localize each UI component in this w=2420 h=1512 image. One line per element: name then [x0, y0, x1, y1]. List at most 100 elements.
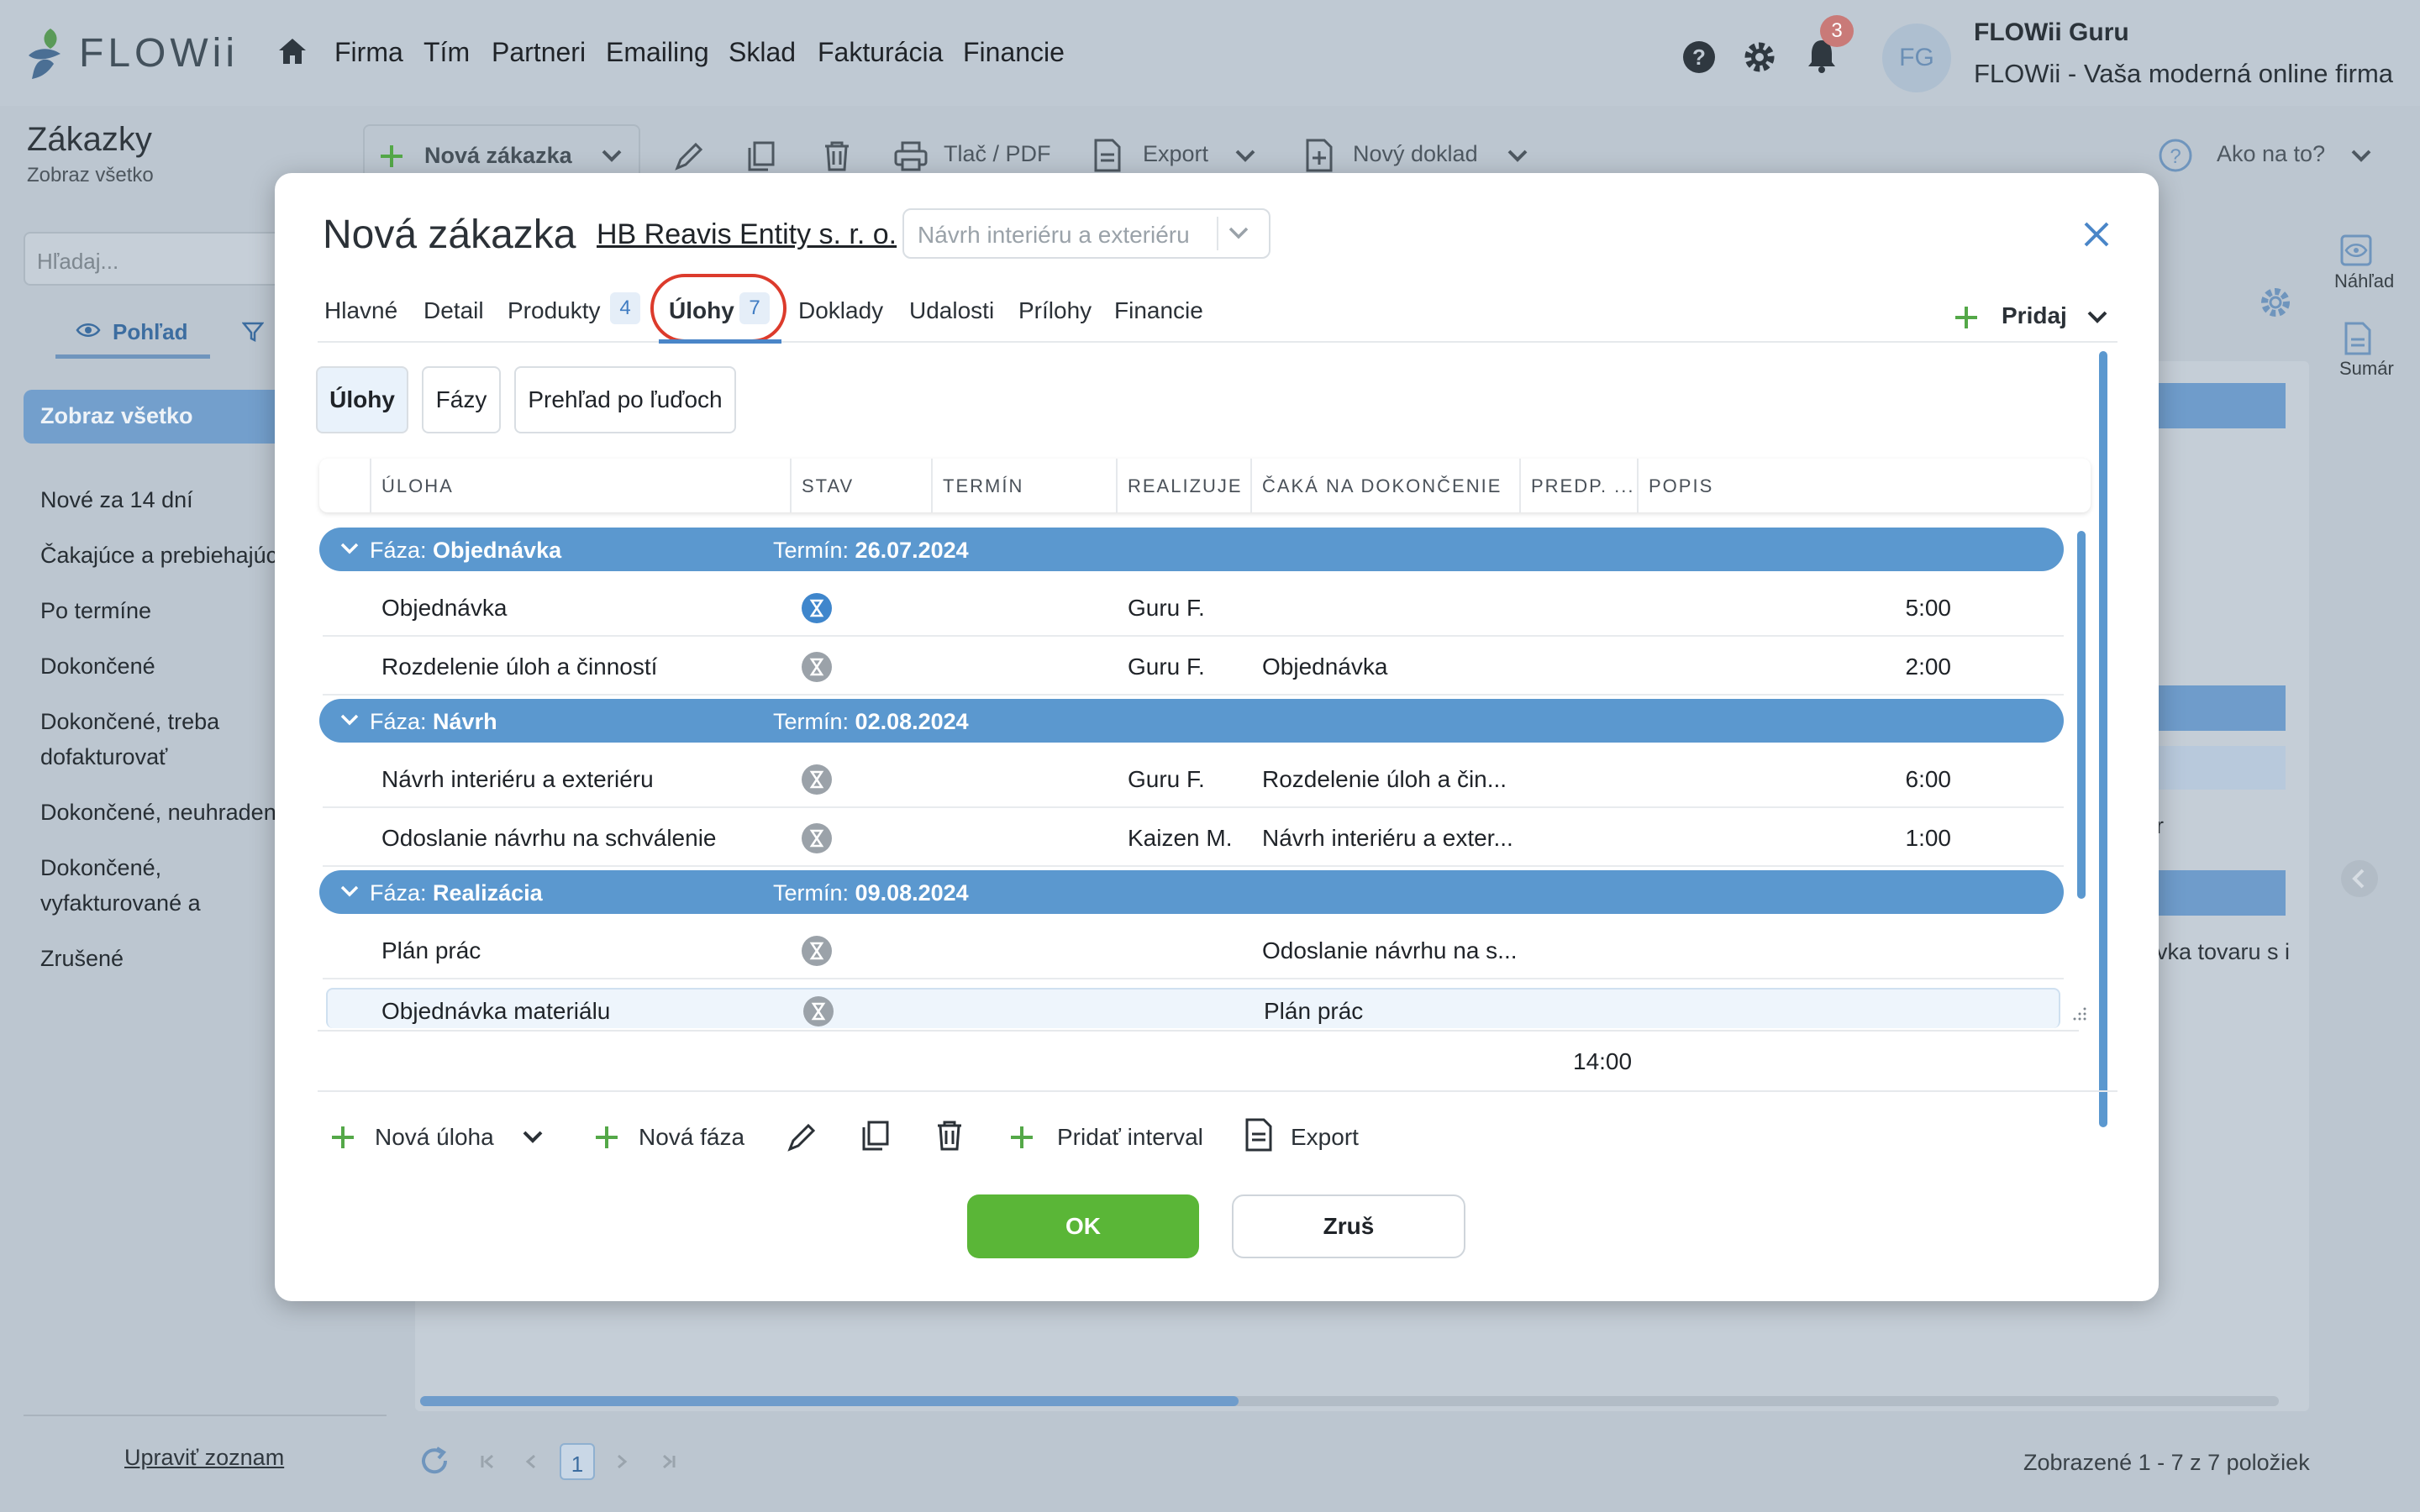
- menu-financie[interactable]: Financie: [963, 37, 1065, 68]
- chevron-down-icon[interactable]: [600, 148, 623, 165]
- last-page-icon[interactable]: [659, 1453, 677, 1470]
- customer-link[interactable]: HB Reavis Entity s. r. o.: [597, 218, 897, 251]
- project-select[interactable]: Návrh interiéru a exteriéru: [902, 208, 1270, 259]
- export-document-icon[interactable]: [1244, 1117, 1274, 1152]
- home-icon[interactable]: [277, 37, 308, 66]
- tab-documents[interactable]: Doklady: [798, 297, 883, 324]
- first-page-icon[interactable]: [479, 1453, 497, 1470]
- column-header-assignee[interactable]: REALIZUJE: [1128, 475, 1243, 497]
- chevron-down-icon[interactable]: [1227, 225, 1250, 242]
- chevron-left-circle-icon[interactable]: [2339, 858, 2380, 899]
- resize-handle-icon[interactable]: [2072, 1006, 2087, 1021]
- edit-list-link[interactable]: Upraviť zoznam: [124, 1445, 284, 1471]
- edit-pencil-icon[interactable]: [672, 139, 706, 173]
- filter-show-all[interactable]: Zobraz všetko: [24, 390, 292, 444]
- settings-gear-icon[interactable]: [1743, 40, 1776, 74]
- filter-item[interactable]: Dokončené, treba dofakturovať: [40, 704, 267, 774]
- filter-item[interactable]: Dokončené, neuhradené: [40, 795, 277, 830]
- tab-attachments[interactable]: Prílohy: [1018, 297, 1092, 324]
- filter-item[interactable]: Čakajúce a prebiehajúce: [40, 538, 277, 573]
- plus-icon[interactable]: [593, 1124, 620, 1151]
- column-header-task[interactable]: ÚLOHA: [381, 475, 454, 497]
- close-icon[interactable]: [2082, 220, 2111, 249]
- subtab-phases[interactable]: Fázy: [422, 366, 501, 433]
- chevron-down-icon[interactable]: [339, 884, 360, 899]
- plus-icon[interactable]: [1953, 304, 1980, 331]
- menu-tim[interactable]: Tím: [424, 37, 470, 68]
- filter-item[interactable]: Zrušené: [40, 941, 276, 976]
- current-page[interactable]: 1: [560, 1443, 595, 1480]
- menu-sklad[interactable]: Sklad: [729, 37, 796, 68]
- phase-group-header[interactable]: Fáza: Návrh Termín: 02.08.2024: [319, 699, 2064, 743]
- logo-text[interactable]: FLOWii: [79, 30, 239, 76]
- chevron-down-icon[interactable]: [1234, 148, 1257, 165]
- tab-events[interactable]: Udalosti: [909, 297, 994, 324]
- printer-icon[interactable]: [892, 139, 929, 173]
- table-row[interactable]: Odoslanie návrhu na schválenie Kaizen M.…: [323, 808, 2064, 867]
- plus-icon[interactable]: [1008, 1124, 1035, 1151]
- table-row[interactable]: Rozdelenie úloh a činností Guru F. Objed…: [323, 637, 2064, 696]
- next-page-icon[interactable]: [615, 1453, 629, 1470]
- help-icon[interactable]: ?: [1682, 40, 1716, 74]
- tab-main[interactable]: Hlavné: [324, 297, 397, 324]
- subtab-tasks[interactable]: Úlohy: [316, 366, 408, 433]
- how-to-button[interactable]: Ako na to?: [2217, 141, 2325, 167]
- menu-fakturacia[interactable]: Fakturácia: [818, 37, 943, 68]
- table-row[interactable]: Návrh interiéru a exteriéru Guru F. Rozd…: [323, 749, 2064, 808]
- table-row-selected[interactable]: Objednávka materiálu Plán prác: [326, 988, 2060, 1028]
- preview-label[interactable]: Náhľad: [2334, 270, 2394, 292]
- table-vertical-scrollbar[interactable]: [2077, 531, 2086, 899]
- delete-trash-icon[interactable]: [934, 1119, 965, 1152]
- phase-group-header[interactable]: Fáza: Objednávka Termín: 26.07.2024: [319, 528, 2064, 571]
- filter-item[interactable]: Dokončené, vyfakturované a zaplatené: [40, 850, 277, 921]
- filter-item[interactable]: Dokončené: [40, 648, 276, 684]
- new-phase-button[interactable]: Nová fáza: [639, 1124, 744, 1151]
- view-tab[interactable]: Pohľad: [113, 319, 187, 345]
- summary-document-icon[interactable]: [2343, 321, 2373, 356]
- subtab-people-overview[interactable]: Prehľad po ľuďoch: [514, 366, 736, 433]
- summary-label[interactable]: Sumár: [2339, 358, 2394, 380]
- delete-trash-icon[interactable]: [822, 139, 852, 173]
- previous-page-icon[interactable]: [524, 1453, 538, 1470]
- add-button[interactable]: Pridaj: [2002, 302, 2067, 329]
- copy-icon[interactable]: [859, 1119, 892, 1152]
- export-tasks-button[interactable]: Export: [1291, 1124, 1359, 1151]
- chevron-down-icon[interactable]: [2349, 148, 2373, 165]
- edit-pencil-icon[interactable]: [785, 1121, 818, 1154]
- flowii-logo-icon[interactable]: [25, 25, 71, 81]
- plus-icon[interactable]: [329, 1124, 356, 1151]
- column-header-estimate[interactable]: PREDP. ...: [1531, 475, 1635, 497]
- table-row[interactable]: Objednávka Guru F. 5:00: [323, 578, 2064, 637]
- help-circle-icon[interactable]: ?: [2158, 138, 2193, 173]
- preview-eye-icon[interactable]: [2339, 234, 2373, 267]
- menu-firma[interactable]: Firma: [334, 37, 403, 68]
- chevron-down-icon[interactable]: [521, 1129, 544, 1146]
- filter-item[interactable]: Po termíne: [40, 593, 276, 628]
- chevron-down-icon[interactable]: [339, 541, 360, 556]
- chevron-down-icon[interactable]: [2086, 309, 2109, 326]
- column-header-waits-for[interactable]: ČAKÁ NA DOKONČENIE: [1262, 475, 1502, 497]
- chevron-down-icon[interactable]: [1506, 148, 1529, 165]
- filter-item[interactable]: Nové za 14 dní: [40, 482, 276, 517]
- search-input[interactable]: Hľadaj...: [24, 232, 292, 286]
- cancel-button[interactable]: Zruš: [1232, 1194, 1465, 1258]
- new-document-button[interactable]: Nový doklad: [1353, 141, 1478, 167]
- column-header-status[interactable]: STAV: [802, 475, 854, 497]
- print-pdf-button[interactable]: Tlač / PDF: [944, 141, 1051, 167]
- menu-partneri[interactable]: Partneri: [492, 37, 586, 68]
- tab-finance[interactable]: Financie: [1114, 297, 1203, 324]
- avatar[interactable]: FG: [1882, 24, 1951, 92]
- chevron-down-icon[interactable]: [339, 712, 360, 727]
- settings-gear-icon[interactable]: [2259, 286, 2292, 319]
- horizontal-scrollbar-thumb[interactable]: [420, 1396, 1239, 1406]
- column-header-deadline[interactable]: TERMÍN: [943, 475, 1023, 497]
- column-header-description[interactable]: POPIS: [1649, 475, 1713, 497]
- new-task-button[interactable]: Nová úloha: [375, 1124, 494, 1151]
- table-row[interactable]: Plán prác Odoslanie návrhu na s...: [323, 921, 2064, 979]
- export-button[interactable]: Export: [1143, 141, 1208, 167]
- dialog-vertical-scrollbar[interactable]: [2099, 351, 2107, 1127]
- tab-products[interactable]: Produkty: [508, 297, 601, 324]
- phase-group-header[interactable]: Fáza: Realizácia Termín: 09.08.2024: [319, 870, 2064, 914]
- copy-icon[interactable]: [744, 139, 778, 173]
- add-interval-button[interactable]: Pridať interval: [1057, 1124, 1203, 1151]
